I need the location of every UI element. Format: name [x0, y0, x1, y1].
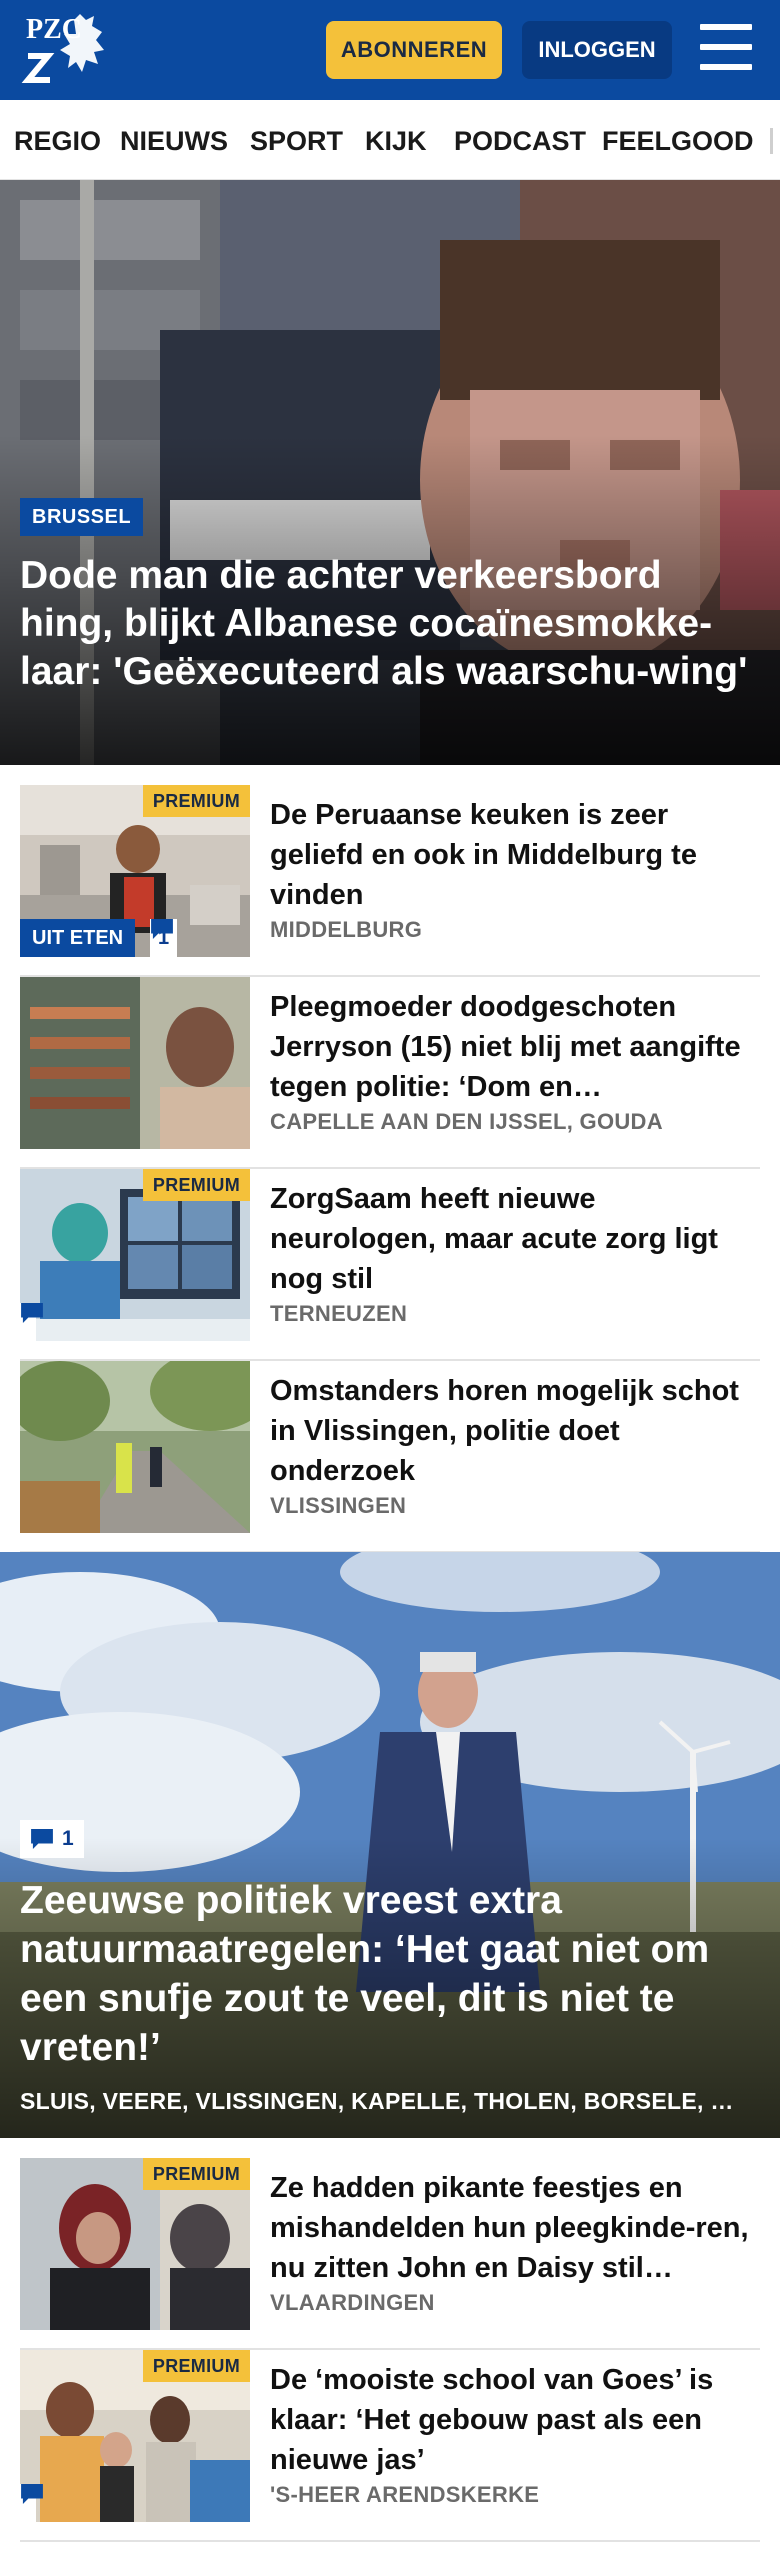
comment-count-badge[interactable]: 1: [20, 1820, 84, 1858]
pzc-logo[interactable]: PZC: [20, 10, 116, 88]
premium-badge: PREMIUM: [142, 785, 250, 817]
comment-badge[interactable]: [20, 2484, 43, 2522]
hamburger-menu-icon[interactable]: [700, 24, 752, 74]
article-title[interactable]: De Peruaanse keuken is zeer geliefd en o…: [270, 795, 760, 915]
nav-item-feelgood[interactable]: FEELGOOD: [602, 100, 754, 179]
comment-bubble-icon: [151, 919, 173, 939]
feature-article[interactable]: 1 Zeeuwse politiek vreest extra natuurma…: [0, 1552, 780, 2138]
hero-category-badge: BRUSSEL: [20, 498, 144, 536]
nav-item-kijk[interactable]: KIJK: [365, 100, 427, 179]
comment-bubble-icon: [21, 1303, 43, 1323]
premium-badge: PREMIUM: [142, 2350, 250, 2382]
article-location: MIDDELBURG: [270, 917, 423, 942]
article-thumbnail: PREMIUM: [20, 2350, 250, 2522]
article-title[interactable]: Omstanders horen mogelijk schot in Vliss…: [270, 1371, 760, 1491]
article-row[interactable]: Omstanders horen mogelijk schot in Vliss…: [20, 1361, 760, 1553]
article-thumbnail: PREMIUM: [20, 2158, 250, 2330]
premium-badge: PREMIUM: [142, 1169, 250, 1201]
comment-bubble-icon: [21, 2484, 43, 2504]
article-title[interactable]: De ‘mooiste school van Goes’ is klaar: ‘…: [270, 2360, 760, 2480]
hero-article[interactable]: BRUSSEL Dode man die achter verkeersbord…: [0, 180, 780, 765]
subscribe-button[interactable]: ABONNEREN: [326, 21, 502, 79]
article-title[interactable]: Pleegmoeder doodgeschoten Jerryson (15) …: [270, 987, 760, 1107]
comment-count-badge[interactable]: 1: [150, 919, 178, 957]
nav-item-nieuws[interactable]: NIEUWS: [120, 100, 228, 179]
article-location: TERNEUZEN: [270, 1301, 408, 1326]
article-row[interactable]: PREMIUM ZorgSaam heeft nieuwe neurologen…: [20, 1169, 760, 1361]
category-badge: UIT ETEN: [20, 919, 136, 957]
article-row[interactable]: PREMIUM De ‘mooiste school van Goes’ is …: [20, 2350, 760, 2542]
article-thumbnail: PREMIUM: [20, 1169, 250, 1341]
feature-title[interactable]: Zeeuwse politiek vreest extra natuurmaat…: [20, 1876, 760, 2072]
article-row[interactable]: PREMIUM UIT ETEN 1 De Peruaanse keuken i…: [20, 785, 760, 977]
nav-item-regio[interactable]: REGIO: [14, 100, 101, 179]
article-title[interactable]: ZorgSaam heeft nieuwe neurologen, maar a…: [270, 1179, 760, 1299]
article-thumbnail: [20, 1361, 250, 1533]
login-button[interactable]: INLOGGEN: [522, 21, 672, 79]
article-title[interactable]: Ze hadden pikante feestjes en mishandeld…: [270, 2168, 760, 2288]
comment-badge[interactable]: [20, 1303, 43, 1341]
article-location: VLISSINGEN: [270, 1493, 407, 1518]
premium-badge: PREMIUM: [142, 2158, 250, 2190]
article-thumbnail: [20, 977, 250, 1149]
article-location: 'S-HEER ARENDSKERKE: [270, 2482, 540, 2507]
article-location: VLAARDINGEN: [270, 2290, 435, 2315]
article-thumbnail: PREMIUM UIT ETEN 1: [20, 785, 250, 957]
nav-item-podcast[interactable]: PODCAST: [454, 100, 586, 179]
site-header: PZC ABONNEREN INLOGGEN: [0, 0, 780, 100]
article-row[interactable]: Pleegmoeder doodgeschoten Jerryson (15) …: [20, 977, 760, 1169]
feature-locations: SLUIS, VEERE, VLISSINGEN, KAPELLE, THOLE…: [20, 2088, 734, 2114]
comment-bubble-icon: [31, 1829, 53, 1849]
article-row[interactable]: PREMIUM Ze hadden pikante feestjes en mi…: [20, 2158, 760, 2350]
nav-overflow-item[interactable]: [770, 128, 773, 154]
article-location: CAPELLE AAN DEN IJSSEL, GOUDA: [270, 1109, 663, 1134]
nav-item-sport[interactable]: SPORT: [250, 100, 343, 179]
section-nav: REGIO NIEUWS SPORT KIJK PODCAST FEELGOOD: [0, 100, 780, 180]
hero-title[interactable]: Dode man die achter verkeersbord hing, b…: [20, 552, 760, 696]
comment-count: 1: [62, 1827, 74, 1850]
